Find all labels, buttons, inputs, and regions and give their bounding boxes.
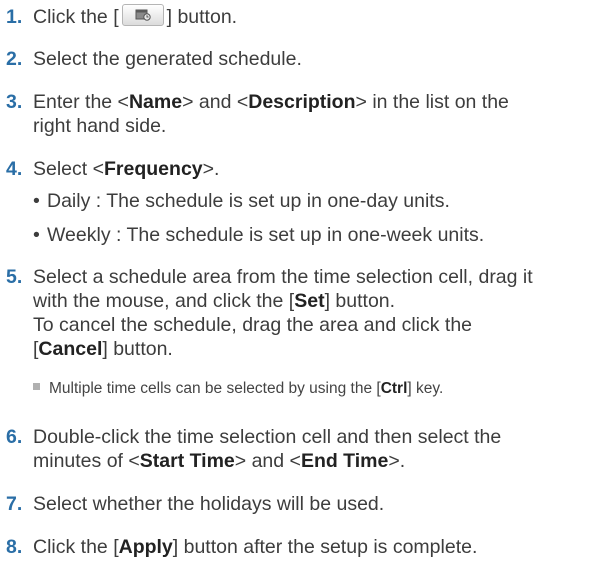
step-text: ] button after the setup is complete.: [172, 536, 478, 558]
step-text: Click the [: [33, 6, 119, 28]
step-number: 3.: [6, 91, 23, 113]
step-text: >.: [202, 158, 220, 180]
step-text: with the mouse, and click the [: [33, 290, 295, 312]
step-text: > in the list on the: [355, 91, 509, 113]
step-text: Select <: [33, 158, 105, 180]
step-number: 5.: [6, 266, 23, 288]
step-5: 5. Select a schedule area from the time s…: [6, 265, 533, 289]
step-text: Enter the <: [33, 91, 129, 113]
bullet-marker: •: [33, 190, 40, 212]
step-text: Select the generated schedule.: [33, 48, 302, 70]
bullet-weekly: • Weekly : The schedule is set up in one-…: [33, 223, 484, 247]
step-3-line-2: right hand side.: [33, 115, 167, 137]
note-text: ] key.: [407, 380, 444, 397]
end-time-label: End Time: [300, 450, 389, 472]
step-7: 7. Select whether the holidays will be us…: [6, 492, 384, 516]
bullet-text: Weekly : The schedule is set up in one-w…: [47, 224, 485, 246]
ctrl-key-label: Ctrl: [380, 380, 408, 397]
step-text: Double-click the time selection cell and…: [33, 426, 502, 448]
step-text: > and <: [182, 91, 249, 113]
step-text: Click the [: [33, 536, 119, 558]
step-number: 1.: [6, 6, 23, 28]
step-number: 4.: [6, 158, 23, 180]
step-3: 3. Enter the <Name> and <Description> in …: [6, 90, 509, 114]
note: Multiple time cells can be selected by u…: [33, 379, 443, 399]
note-marker-icon: [33, 383, 40, 390]
step-number: 7.: [6, 493, 23, 515]
schedule-icon: [135, 9, 151, 21]
step-number: 2.: [6, 48, 23, 70]
step-text: ] button.: [166, 6, 238, 28]
step-4: 4. Select <Frequency>.: [6, 157, 219, 181]
note-text: Multiple time cells can be selected by u…: [49, 380, 381, 397]
cancel-button-label: Cancel: [38, 338, 103, 360]
step-text: minutes of <: [33, 450, 140, 472]
step-text: ] button.: [324, 290, 396, 312]
step-1: 1. Click the [ ] button.: [6, 4, 237, 29]
field-frequency-label: Frequency: [104, 158, 203, 180]
step-text: > and <: [234, 450, 301, 472]
step-text: Select a schedule area from the time sel…: [33, 266, 533, 288]
step-number: 6.: [6, 426, 23, 448]
step-5-line-2: with the mouse, and click the [Set] butt…: [33, 289, 395, 313]
set-button-label: Set: [294, 290, 325, 312]
step-text: Select whether the holidays will be used…: [33, 493, 385, 515]
step-6: 6. Double-click the time selection cell a…: [6, 425, 501, 449]
bullet-text: Daily : The schedule is set up in one-da…: [47, 190, 450, 212]
step-2: 2. Select the generated schedule.: [6, 47, 302, 71]
apply-button-label: Apply: [118, 536, 173, 558]
schedule-toolbar-button[interactable]: [121, 4, 164, 26]
step-text: >.: [388, 450, 406, 472]
bullet-daily: • Daily : The schedule is set up in one-d…: [33, 189, 450, 213]
step-5-line-3: To cancel the schedule, drag the area an…: [33, 314, 473, 336]
field-description-label: Description: [248, 91, 356, 113]
start-time-label: Start Time: [139, 450, 235, 472]
step-text: ] button.: [102, 338, 173, 360]
step-8: 8. Click the [Apply] button after the set…: [6, 535, 477, 559]
step-6-line-2: minutes of <Start Time> and <End Time>.: [33, 449, 405, 473]
step-number: 8.: [6, 536, 23, 558]
bullet-marker: •: [33, 224, 40, 246]
step-5-line-4: [Cancel] button.: [33, 337, 173, 361]
field-name-label: Name: [128, 91, 183, 113]
